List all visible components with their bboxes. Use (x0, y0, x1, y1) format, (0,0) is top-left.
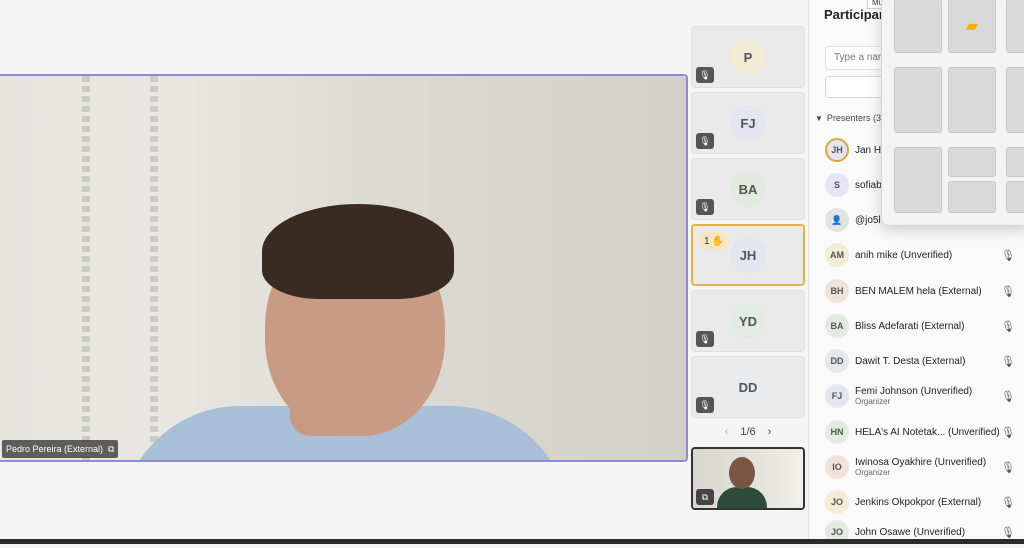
raised-hand-icon: ✋ (711, 235, 725, 247)
participant-row[interactable]: BA Bliss Adefarati (External) 🎙 (825, 310, 1021, 342)
participant-name: Jenkins Okpokpor (External) (855, 496, 982, 508)
participant-name: BEN MALEM hela (External) (855, 285, 982, 297)
participant-name: Femi Johnson (Unverified) (855, 386, 973, 397)
participant-avatar: HN (825, 420, 849, 444)
participant-role: Organizer (855, 468, 891, 477)
tile-pager: ‹ 1/6 › (691, 423, 805, 441)
participant-avatar: BA (825, 314, 849, 338)
section-label: Presenters (32) (826, 113, 889, 123)
mic-off-icon[interactable]: 🎙 (1001, 249, 1015, 262)
tile-fj[interactable]: FJ 🎙 (691, 92, 805, 154)
wall-stripe (150, 76, 158, 460)
wall-stripe (82, 76, 90, 460)
tile-avatar: JH (730, 237, 766, 273)
mic-off-icon[interactable]: 🎙 (1001, 426, 1015, 439)
pager-next-button[interactable]: › (768, 426, 772, 438)
raised-hand-badge: 1 ✋ (699, 232, 730, 250)
participant-name: John Osawe (Unverified) (855, 526, 966, 538)
participant-avatar: JO (825, 490, 849, 514)
mic-off-icon: 🎙 (696, 133, 714, 149)
participant-role: Organizer (855, 397, 891, 406)
mic-off-icon[interactable]: 🎙 (1001, 285, 1015, 298)
participant-name: Jan H (855, 144, 882, 156)
participant-row[interactable]: AM anih mike (Unverified) 🎙 (825, 239, 1021, 271)
mic-off-icon: 🎙 (696, 331, 714, 347)
participant-avatar: IO (825, 455, 849, 479)
layout-option[interactable] (1006, 67, 1024, 133)
mic-off-icon[interactable]: 🎙 (1001, 461, 1015, 474)
layout-option[interactable] (948, 181, 996, 213)
taskbar-edge (0, 539, 1024, 544)
participant-avatar: DD (825, 349, 849, 373)
speaker-name: Pedro Pereira (External) (6, 444, 104, 454)
participant-row[interactable]: JO Jenkins Okpokpor (External) 🎙 (825, 486, 1021, 518)
participant-name: @jo5l (855, 214, 881, 226)
layout-option[interactable] (1006, 147, 1024, 177)
layout-option[interactable] (894, 0, 942, 53)
panel-title: Participan (824, 7, 887, 22)
mic-off-icon: 🎙 (696, 67, 714, 83)
participant-name: anih mike (Unverified) (855, 249, 953, 261)
tile-jh[interactable]: 1 ✋ JH (691, 224, 805, 286)
main-video-stage[interactable]: Pedro Pereira (External) ⧉ (0, 74, 688, 462)
layout-option[interactable] (1006, 0, 1024, 53)
participant-avatar: S (825, 173, 849, 197)
pager-prev-button[interactable]: ‹ (725, 426, 729, 438)
mic-off-icon[interactable]: 🎙 (1001, 496, 1015, 509)
participant-avatar: BH (825, 279, 849, 303)
participant-name: HELA's AI Notetak... (Unverified) (855, 426, 1000, 438)
tile-avatar: BA (730, 171, 766, 207)
tile-p[interactable]: P 🎙 (691, 26, 805, 88)
participant-row[interactable]: DD Dawit T. Desta (External) 🎙 (825, 345, 1021, 377)
participant-row[interactable]: IO Iwinosa Oyakhire (Unverified) Organiz… (825, 451, 1021, 483)
tile-ba[interactable]: BA 🎙 (691, 158, 805, 220)
mic-off-icon[interactable]: 🎙 (1001, 526, 1015, 539)
person-icon: 👤 (825, 208, 849, 232)
share-screen-icon: ⧉ (108, 443, 115, 454)
participant-name: Bliss Adefarati (External) (855, 320, 965, 332)
mic-off-icon[interactable]: 🎙 (1001, 320, 1015, 333)
mic-off-icon: 🎙 (696, 397, 714, 413)
layout-option[interactable] (894, 147, 942, 213)
presenters-section-header[interactable]: ▼ Presenters (32) (815, 113, 889, 123)
self-view-body (717, 487, 767, 508)
share-screen-icon: ⧉ (696, 489, 714, 505)
participant-avatar: JH (825, 138, 849, 162)
self-view-video[interactable]: ⧉ (691, 447, 805, 510)
layout-option[interactable] (1006, 181, 1024, 213)
pager-label: 1/6 (740, 426, 756, 438)
self-view-head (729, 457, 755, 489)
participant-avatar: FJ (825, 384, 849, 408)
layout-option[interactable] (894, 67, 942, 133)
tile-yd[interactable]: YD 🎙 (691, 290, 805, 352)
tile-avatar: DD (730, 369, 766, 405)
hand-count: 1 (704, 235, 710, 247)
participant-name: Iwinosa Oyakhire (Unverified) (855, 457, 987, 468)
participant-avatar: AM (825, 243, 849, 267)
tile-avatar: FJ (730, 105, 766, 141)
speaker-hair (262, 204, 454, 299)
participant-name: sofiab (855, 179, 882, 191)
speaker-name-tag: Pedro Pereira (External) ⧉ (2, 440, 119, 458)
participant-row[interactable]: BH BEN MALEM hela (External) 🎙 (825, 275, 1021, 307)
tile-avatar: P (730, 39, 766, 75)
folder-icon: ▰ (965, 18, 979, 35)
participant-tiles: P 🎙 FJ 🎙 BA 🎙 1 ✋ JH YD 🎙 DD 🎙 (691, 26, 805, 422)
layout-picker-popup: ▰ (881, 0, 1024, 226)
participant-row[interactable]: HN HELA's AI Notetak... (Unverified) 🎙 (825, 416, 1021, 448)
participant-name: Dawit T. Desta (External) (855, 355, 966, 367)
tile-dd[interactable]: DD 🎙 (691, 356, 805, 418)
mic-off-icon[interactable]: 🎙 (1001, 355, 1015, 368)
mic-off-icon: 🎙 (696, 199, 714, 215)
layout-option[interactable] (948, 67, 996, 133)
layout-option[interactable] (948, 147, 996, 177)
layout-option[interactable]: ▰ (948, 0, 996, 53)
tile-avatar: YD (730, 303, 766, 339)
caret-down-icon: ▼ (815, 113, 823, 123)
participant-row[interactable]: FJ Femi Johnson (Unverified) Organizer 🎙 (825, 380, 1021, 412)
mic-off-icon[interactable]: 🎙 (1001, 390, 1015, 403)
